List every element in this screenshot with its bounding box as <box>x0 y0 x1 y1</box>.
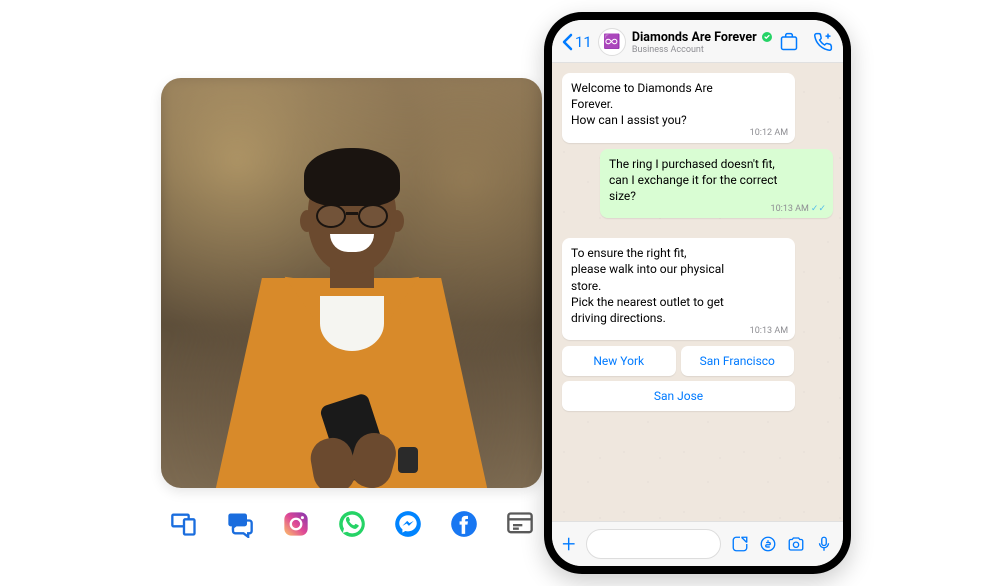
option-san-francisco[interactable]: San Francisco <box>681 346 795 376</box>
whatsapp-icon[interactable] <box>338 510 366 538</box>
webchat-icon[interactable] <box>506 510 534 538</box>
mic-icon[interactable] <box>815 535 833 553</box>
business-subtitle: Business Account <box>632 45 773 55</box>
message-input[interactable] <box>586 529 721 559</box>
back-button[interactable]: 11 <box>562 33 592 51</box>
verified-badge-icon <box>761 31 773 43</box>
business-avatar[interactable]: ♾️ <box>598 28 626 56</box>
phone-mockup: 11 ♾️ Diamonds Are Forever Business Acco… <box>544 12 851 574</box>
option-san-jose[interactable]: San Jose <box>562 381 795 411</box>
chat-icon[interactable] <box>226 510 254 538</box>
message-incoming: Welcome to Diamonds Are Forever. How can… <box>562 73 795 143</box>
channel-icon-row <box>170 510 534 538</box>
quick-reply-options: New York San Francisco San Jose <box>562 346 795 411</box>
call-icon[interactable] <box>813 32 833 52</box>
option-new-york[interactable]: New York <box>562 346 676 376</box>
message-time: 10:13 AM <box>750 325 788 337</box>
message-time: 10:12 AM <box>750 127 788 139</box>
facebook-icon[interactable] <box>450 510 478 538</box>
hero-photo <box>161 78 542 488</box>
sticker-icon[interactable] <box>731 535 749 553</box>
message-time: 10:13 AM✓✓ <box>771 203 826 215</box>
instagram-icon[interactable] <box>282 510 310 538</box>
catalog-icon[interactable] <box>779 32 799 52</box>
chat-header: 11 ♾️ Diamonds Are Forever Business Acco… <box>552 20 843 63</box>
message-outgoing: The ring I purchased doesn't fit, can I … <box>600 149 833 219</box>
currency-icon[interactable] <box>759 535 777 553</box>
message-input-bar: + <box>552 521 843 566</box>
chat-body: Welcome to Diamonds Are Forever. How can… <box>552 63 843 521</box>
camera-icon[interactable] <box>787 535 805 553</box>
attach-button[interactable]: + <box>562 532 576 556</box>
business-name: Diamonds Are Forever <box>632 30 757 45</box>
back-count: 11 <box>575 33 592 51</box>
messenger-icon[interactable] <box>394 510 422 538</box>
header-title-block[interactable]: Diamonds Are Forever Business Account <box>632 30 773 55</box>
devices-icon[interactable] <box>170 510 198 538</box>
message-incoming: To ensure the right fit, please walk int… <box>562 238 795 340</box>
